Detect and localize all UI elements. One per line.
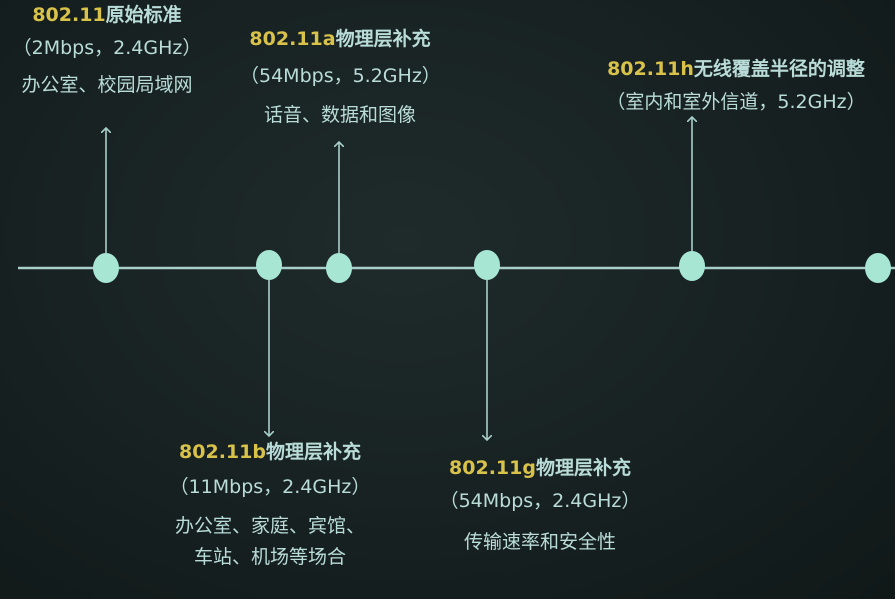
timeline-node-80211a [326, 253, 352, 283]
event-label-80211g: 802.11g物理层补充 （54Mbps，2.4GHz） 传输速率和安全性 [430, 459, 650, 552]
timeline-node-80211h [679, 251, 705, 281]
event-heading-80211: 原始标准 [105, 4, 182, 26]
timeline-node-end [865, 253, 891, 283]
timeline-node-80211b [256, 250, 282, 280]
timeline-node-80211 [93, 253, 119, 283]
event-use-80211-1: 办公室、校园局域网 [21, 74, 193, 96]
event-spec-80211: （2Mbps，2.4GHz） [12, 37, 202, 59]
event-spec-80211b: （11Mbps，2.4GHz） [169, 476, 371, 498]
event-heading-80211b: 物理层补充 [265, 441, 361, 463]
standard-name-80211: 802.11 [32, 4, 106, 26]
standard-name-80211g: 802.11g [449, 457, 536, 479]
event-label-80211h: 802.11h无线覆盖半径的调整 （室内和室外信道，5.2GHz） [578, 60, 894, 112]
standard-name-80211h: 802.11h [607, 58, 694, 80]
event-label-80211: 802.11原始标准 （2Mbps，2.4GHz） 办公室、校园局域网 [0, 6, 214, 95]
event-use-80211g-1: 传输速率和安全性 [463, 531, 616, 553]
event-heading-80211a: 物理层补充 [335, 28, 431, 50]
event-title-80211: 802.11原始标准 [0, 6, 214, 39]
event-spec-80211g: （54Mbps，2.4GHz） [439, 490, 641, 512]
event-title-80211h: 802.11h无线覆盖半径的调整 [578, 60, 894, 93]
timeline-node-80211g [474, 250, 500, 280]
standard-name-80211b: 802.11b [179, 441, 266, 463]
event-spec-80211a: （54Mbps，5.2GHz） [240, 65, 441, 87]
event-label-80211a: 802.11a物理层补充 （54Mbps，5.2GHz） 话音、数据和图像 [240, 30, 441, 126]
event-heading-80211h: 无线覆盖半径的调整 [693, 58, 865, 80]
event-title-80211g: 802.11g物理层补充 [430, 459, 650, 492]
event-spec-80211h: （室内和室外信道，5.2GHz） [606, 91, 866, 113]
event-use-80211b-2: 车站、机场等场合 [193, 546, 346, 568]
event-title-80211a: 802.11a物理层补充 [240, 30, 440, 67]
event-heading-80211g: 物理层补充 [535, 457, 631, 479]
event-title-80211b: 802.11b物理层补充 [150, 443, 390, 478]
event-label-80211b: 802.11b物理层补充 （11Mbps，2.4GHz） 办公室、家庭、宾馆、 … [150, 443, 390, 567]
standard-name-80211a: 802.11a [249, 28, 336, 50]
event-use-80211b-1: 办公室、家庭、宾馆、 [174, 515, 365, 537]
timeline-diagram: 802.11原始标准 （2Mbps，2.4GHz） 办公室、校园局域网 802.… [0, 0, 895, 599]
event-use-80211a-1: 话音、数据和图像 [263, 104, 416, 126]
